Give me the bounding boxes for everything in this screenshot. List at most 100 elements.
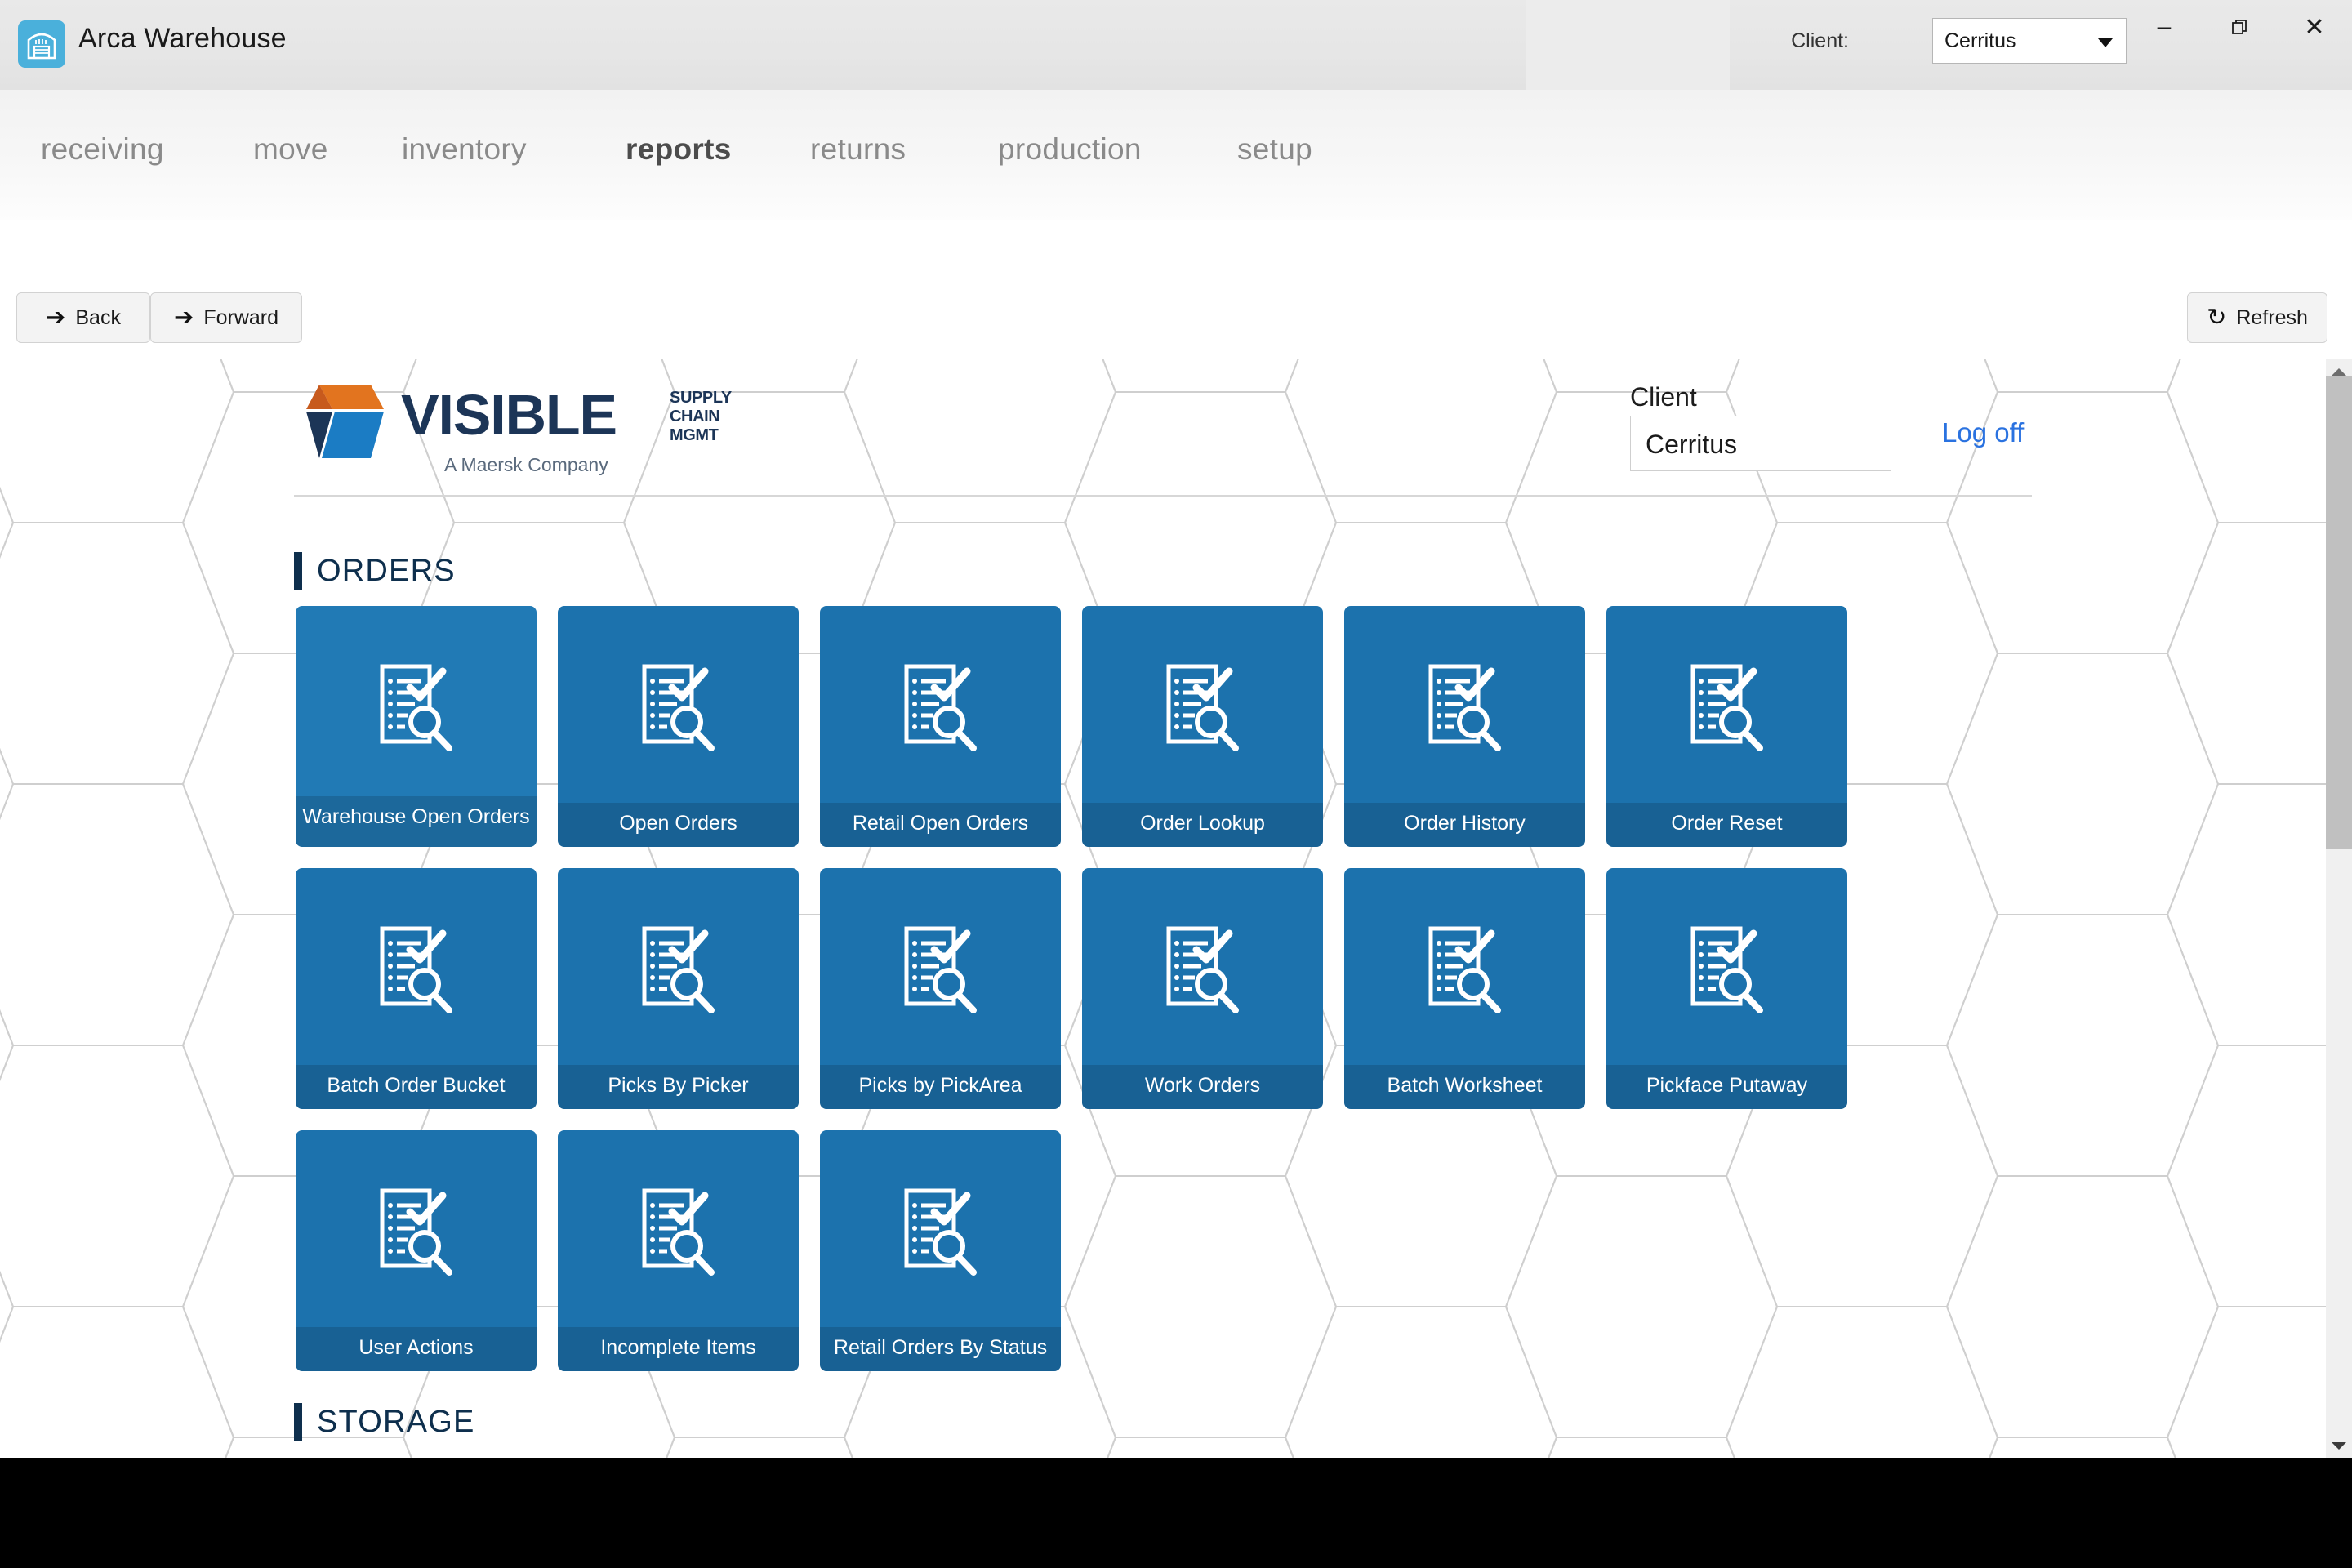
back-button[interactable]: ➔ Back [16,292,150,343]
title-bar-segment [1526,0,1730,90]
client-field[interactable]: Cerritus [1630,416,1891,471]
report-lookup-icon [898,925,983,1019]
section-accent-bar [294,552,302,590]
log-off-link[interactable]: Log off [1942,417,2024,448]
report-tile[interactable]: Work Orders [1082,868,1323,1109]
report-lookup-icon [374,925,459,1019]
report-lookup-icon [636,663,721,757]
scrollbar-thumb[interactable] [2326,376,2352,849]
report-tile-label: Batch Worksheet [1344,1065,1585,1109]
report-lookup-icon [636,1187,721,1281]
nav-item-reports[interactable]: reports [626,132,732,167]
application-window: Arca Warehouse Client: Cerritus – ✕ rece… [0,0,2352,1458]
report-tile[interactable]: Retail Open Orders [820,606,1061,847]
report-tile[interactable]: Retail Orders By Status [820,1130,1061,1371]
report-tile[interactable]: Batch Order Bucket [296,868,537,1109]
report-lookup-icon [1685,925,1770,1019]
main-navigation: receiving move inventory reports returns prod… [0,90,2352,220]
nav-item-receiving[interactable]: receiving [41,132,164,167]
scroll-down-button[interactable] [2326,1433,2352,1458]
report-lookup-icon [1685,663,1770,757]
navigation-toolbar [0,220,2352,359]
client-dropdown-value: Cerritus [1944,29,2016,52]
report-tile[interactable]: Incomplete Items [558,1130,799,1371]
report-tile-label: Retail Open Orders [820,803,1061,847]
report-tile[interactable]: Order History [1344,606,1585,847]
report-tile[interactable]: Order Reset [1606,606,1847,847]
close-button[interactable]: ✕ [2277,0,2352,54]
client-field-value: Cerritus [1646,430,1738,459]
forward-button[interactable]: ➔ Forward [150,292,302,343]
report-lookup-icon [1160,663,1245,757]
report-lookup-icon [1160,925,1245,1019]
report-tile[interactable]: Pickface Putaway [1606,868,1847,1109]
nav-item-move[interactable]: move [253,132,328,167]
nav-item-inventory[interactable]: inventory [402,132,527,167]
forward-button-label: Forward [203,305,278,329]
report-tile[interactable]: Batch Worksheet [1344,868,1585,1109]
report-tile-label: Batch Order Bucket [296,1065,537,1109]
report-tile-label: Order Reset [1606,803,1847,847]
section-heading-orders: ORDERS [294,552,456,590]
report-tile-label: Open Orders [558,803,799,847]
warehouse-icon [18,20,65,68]
chevron-down-icon [2332,1441,2346,1450]
report-tile-label: Incomplete Items [558,1327,799,1371]
report-lookup-icon [374,663,459,757]
report-lookup-icon [1423,925,1508,1019]
report-tile[interactable]: Order Lookup [1082,606,1323,847]
report-lookup-icon [374,1187,459,1281]
logo-scm-line1: SUPPLY [670,389,732,407]
minimize-button[interactable]: – [2127,0,2202,54]
logo-cube-icon [306,385,384,458]
refresh-icon: ↻ [2207,304,2227,331]
nav-item-returns[interactable]: returns [810,132,906,167]
report-tile[interactable]: Open Orders [558,606,799,847]
screen-bottom-letterbox [0,1458,2352,1568]
app-title: Arca Warehouse [78,23,287,54]
report-tile[interactable]: Picks By Picker [558,868,799,1109]
logo-tagline: A Maersk Company [444,454,608,475]
refresh-button[interactable]: ↻ Refresh [2187,292,2328,343]
back-button-label: Back [75,305,121,329]
report-tile-label: User Actions [296,1327,537,1371]
report-tile[interactable]: Picks by PickArea [820,868,1061,1109]
maximize-button[interactable] [2202,0,2277,54]
arrow-right-icon: ➔ [174,304,194,331]
report-menu-panel: VISIBLE SUPPLY CHAIN MGMT A Maersk Compa… [0,359,2352,1458]
header-divider [294,495,2032,497]
nav-item-production[interactable]: production [998,132,1142,167]
title-bar: Arca Warehouse Client: Cerritus – ✕ [0,0,2352,90]
report-tile-label: Work Orders [1082,1065,1323,1109]
report-tile[interactable]: User Actions [296,1130,537,1371]
visible-supply-chain-logo: VISIBLE SUPPLY CHAIN MGMT A Maersk Compa… [292,380,732,486]
report-lookup-icon [1423,663,1508,757]
nav-item-setup[interactable]: setup [1237,132,1312,167]
logo-scm-line3: MGMT [670,426,719,444]
report-tile-label: Picks by PickArea [820,1065,1061,1109]
report-tile-label: Pickface Putaway [1606,1065,1847,1109]
arrow-left-icon: ➔ [46,304,66,331]
report-tile[interactable]: Warehouse Open Orders [296,606,537,847]
logo-scm-text: SUPPLY CHAIN MGMT [670,389,732,445]
titlebar-client-label: Client: [1791,29,1849,52]
chevron-up-icon [2332,368,2346,376]
report-tile-label: Order Lookup [1082,803,1323,847]
section-title: STORAGE [317,1404,475,1439]
report-tile-label: Order History [1344,803,1585,847]
report-tile-label: Warehouse Open Orders [296,796,537,847]
report-lookup-icon [636,925,721,1019]
report-lookup-icon [898,663,983,757]
report-tile-label: Retail Orders By Status [820,1327,1061,1371]
section-heading-storage: STORAGE [294,1403,475,1441]
section-accent-bar [294,1403,302,1441]
logo-scm-line2: CHAIN [670,408,720,425]
report-lookup-icon [898,1187,983,1281]
chevron-down-icon [2098,38,2113,47]
client-field-label: Client [1630,382,1697,412]
restore-icon [2232,20,2247,34]
client-dropdown[interactable]: Cerritus [1932,18,2127,64]
vertical-scrollbar[interactable] [2326,359,2352,1458]
report-tile-label: Picks By Picker [558,1065,799,1109]
refresh-button-label: Refresh [2236,305,2308,329]
